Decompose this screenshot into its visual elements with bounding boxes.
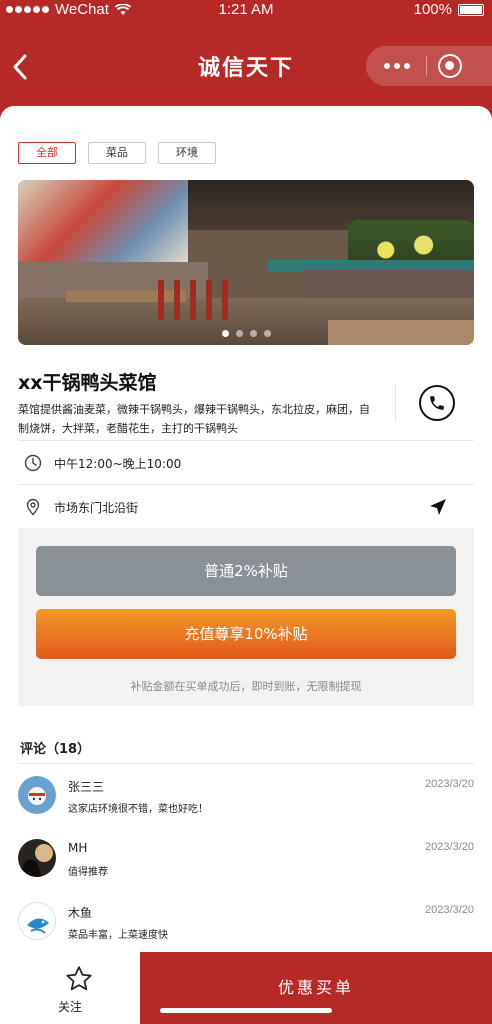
address-text: 市场东门北沿街 bbox=[54, 500, 139, 515]
carousel-pager bbox=[18, 330, 474, 337]
review-item: 张三三 2023/3/20 这家店环境很不错，菜也好吃！ bbox=[18, 776, 474, 826]
review-date: 2023/3/20 bbox=[425, 778, 474, 790]
tab-all[interactable]: 全部 bbox=[18, 142, 76, 164]
review-author: MH bbox=[68, 841, 88, 855]
clock-icon bbox=[24, 454, 42, 472]
avatar bbox=[18, 902, 56, 940]
tab-environment[interactable]: 环境 bbox=[158, 142, 216, 164]
hours-row: 中午12:00~晚上10:00 bbox=[24, 454, 181, 472]
normal-subsidy-button[interactable]: 普通2%补贴 bbox=[36, 546, 456, 596]
divider bbox=[18, 440, 474, 441]
review-date: 2023/3/20 bbox=[425, 904, 474, 916]
address-row[interactable]: 市场东门北沿街 bbox=[24, 498, 138, 516]
discount-pay-button[interactable]: 优惠买单 bbox=[140, 952, 492, 1024]
filter-tabs: 全部 菜品 环境 bbox=[18, 142, 216, 164]
content-card: 全部 菜品 环境 xx干锅鸭头菜馆 菜馆提供酱油麦菜，微辣干锅鸭头，爆辣干锅鸭头… bbox=[0, 106, 492, 952]
navigation-arrow-icon[interactable] bbox=[428, 497, 448, 517]
status-right: 100% bbox=[414, 1, 484, 18]
avatar bbox=[18, 839, 56, 877]
pager-dot[interactable] bbox=[235, 330, 243, 337]
review-author: 木鱼 bbox=[68, 906, 93, 920]
review-item: 木鱼 2023/3/20 菜品丰富，上菜速度快 bbox=[18, 902, 474, 952]
star-icon bbox=[66, 966, 92, 991]
subsidy-panel: 普通2%补贴 充值尊享10%补贴 补贴金额在买单成功后，即时到账，无限制提现 bbox=[18, 528, 474, 706]
call-button[interactable] bbox=[419, 385, 455, 421]
shop-name: xx干锅鸭头菜馆 bbox=[18, 372, 157, 394]
subsidy-note: 补贴金额在买单成功后，即时到账，无限制提现 bbox=[130, 680, 362, 693]
hours-text: 中午12:00~晚上10:00 bbox=[54, 456, 182, 471]
pager-dot[interactable] bbox=[221, 330, 229, 337]
more-button[interactable] bbox=[384, 63, 410, 69]
battery-icon bbox=[458, 3, 484, 16]
status-bar: WeChat 1:21 AM 100% bbox=[0, 0, 492, 22]
divider bbox=[18, 763, 474, 764]
reviews-title: 评论（18） bbox=[20, 742, 91, 757]
avatar bbox=[18, 776, 56, 814]
favorite-button[interactable]: 关注 bbox=[0, 952, 140, 1024]
pager-dot[interactable] bbox=[263, 330, 271, 337]
favorite-label: 关注 bbox=[57, 1000, 82, 1014]
restaurant-photo-carousel[interactable] bbox=[18, 180, 474, 345]
vip-subsidy-button[interactable]: 充值尊享10%补贴 bbox=[36, 609, 456, 659]
shop-description: 菜馆提供酱油麦菜，微辣干锅鸭头，爆辣干锅鸭头，东北拉皮，麻团，自制烧饼，大拌菜，… bbox=[18, 403, 370, 435]
battery-percent: 100% bbox=[413, 1, 452, 18]
divider bbox=[395, 385, 396, 421]
mini-program-capsule bbox=[366, 46, 492, 86]
location-pin-icon bbox=[26, 498, 40, 516]
phone-icon bbox=[430, 396, 444, 410]
divider bbox=[18, 484, 474, 485]
review-text: 这家店环境很不错，菜也好吃！ bbox=[68, 804, 208, 815]
photo-mural bbox=[18, 180, 188, 268]
review-author: 张三三 bbox=[68, 780, 105, 794]
review-text: 值得推荐 bbox=[68, 867, 108, 878]
review-item: MH 2023/3/20 值得推荐 bbox=[18, 839, 474, 889]
pager-dot[interactable] bbox=[249, 330, 257, 337]
photo-chairs bbox=[158, 280, 238, 320]
nav-bar: 诚信天下 bbox=[0, 22, 492, 108]
home-indicator bbox=[160, 1008, 332, 1013]
close-target-icon[interactable] bbox=[438, 54, 462, 78]
review-text: 菜品丰富，上菜速度快 bbox=[68, 930, 168, 941]
capsule-divider bbox=[426, 56, 427, 76]
tab-dishes[interactable]: 菜品 bbox=[88, 142, 146, 164]
bottom-action-bar: 关注 优惠买单 bbox=[0, 952, 492, 1024]
review-date: 2023/3/20 bbox=[425, 841, 474, 853]
